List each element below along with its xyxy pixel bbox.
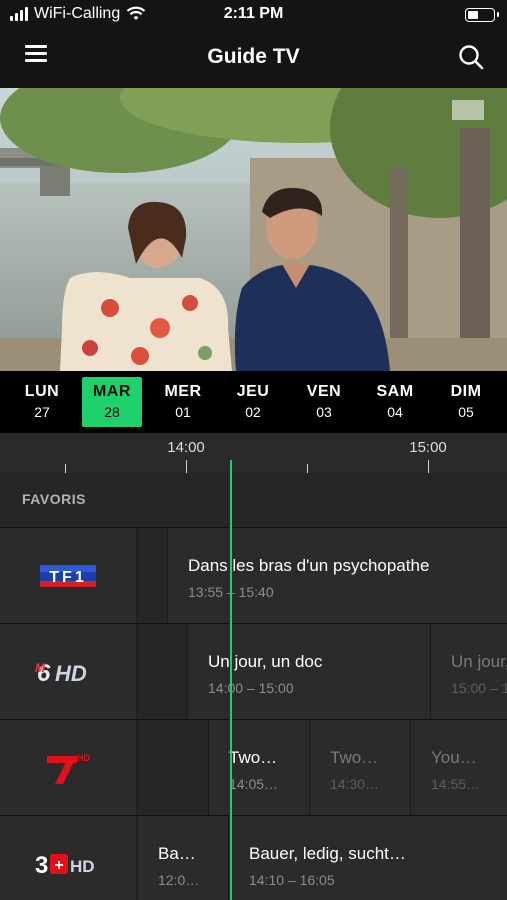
channel-logo-tf1[interactable]: TF1 [0,528,136,623]
ruler-tick [307,464,308,473]
day-name: JEU [236,383,270,400]
day-tab-dim[interactable]: DIM 05 [436,377,496,427]
day-name: SAM [376,383,414,400]
battery-icon [465,8,499,22]
day-date: 03 [316,404,332,420]
ruler-tick [186,460,187,473]
program-cell[interactable] [137,720,208,815]
day-name: VEN [306,383,342,400]
program-cell[interactable]: Two… 14:05… [208,720,309,815]
program-time: 14:10 – 16:05 [249,872,335,888]
time-label: 15:00 [409,439,447,456]
program-title: Two… [330,748,379,767]
app-header: Guide TV [0,30,507,88]
channel-row-prosieben: HD Two… 14:05… Two… 14:30… You… 14:55… [0,719,507,815]
program-cell[interactable] [137,528,167,623]
program-cell[interactable]: Un jour, un doc 15:00 – 16:00 [430,624,507,719]
channel-logo-m6[interactable]: 6 M HD [0,624,136,719]
svg-text:HD: HD [77,753,90,763]
day-tab-ven[interactable]: VEN 03 [294,377,354,427]
day-date: 27 [34,404,50,420]
day-selector: LUN 27 MAR 28 MER 01 JEU 02 VEN 03 SAM 04 DIM 05 [0,371,507,433]
program-time: 15:00 – 16:00 [451,680,507,696]
channel-logo-prosieben[interactable]: HD [0,720,136,815]
time-label: 14:00 [167,439,205,456]
svg-text:M: M [35,661,46,675]
svg-text:3: 3 [35,852,48,879]
status-bar: WiFi-Calling 2:11 PM [0,0,507,30]
svg-text:HD: HD [55,661,87,686]
program-time: 12:0… [158,872,200,888]
program-time: 14:55… [431,776,481,792]
program-cell[interactable]: Un jour, un doc 14:00 – 15:00 [187,624,430,719]
program-title: Two… [229,748,278,767]
day-tab-sam[interactable]: SAM 04 [365,377,425,427]
program-cell[interactable]: Ba… 12:0… [137,816,228,900]
program-time: 14:05… [229,776,279,792]
search-icon[interactable] [458,44,484,70]
section-title: FAVORIS [22,491,86,507]
day-name: MAR [93,383,131,400]
day-date: 04 [387,404,403,420]
favorites-header: FAVORIS [0,473,507,527]
svg-text:TF1: TF1 [49,569,86,586]
day-date: 01 [175,404,191,420]
program-cell[interactable]: Dans les bras d'un psychopathe 13:55 – 1… [167,528,507,623]
program-title: Bauer, ledig, sucht… [249,844,406,863]
program-time: 14:30… [330,776,380,792]
channel-row-3plus: 3 + HD Ba… 12:0… Bauer, ledig, sucht… 14… [0,815,507,900]
featured-program-image[interactable] [0,88,507,371]
program-cell[interactable] [137,624,187,719]
day-tab-mar[interactable]: MAR 28 [82,377,142,427]
program-cell[interactable]: Bauer, ledig, sucht… 14:10 – 16:05 [228,816,507,900]
program-title: Ba… [158,844,196,863]
ruler-tick [65,464,66,473]
channel-row-m6: 6 M HD Un jour, un doc 14:00 – 15:00 Un … [0,623,507,719]
day-date: 05 [458,404,474,420]
svg-text:HD: HD [70,857,95,876]
page-title: Guide TV [207,45,300,68]
channel-row-tf1: TF1 Dans les bras d'un psychopathe 13:55… [0,527,507,623]
clock: 2:11 PM [223,5,284,22]
day-name: MER [164,383,202,400]
ruler-tick [428,460,429,473]
day-tab-lun[interactable]: LUN 27 [12,377,72,427]
current-time-indicator [230,460,232,900]
svg-text:+: + [54,857,63,874]
day-name: LUN [24,383,60,400]
day-date: 28 [104,404,120,420]
day-name: DIM [450,383,482,400]
program-title: Un jour, un doc [208,652,323,671]
program-title: Dans les bras d'un psychopathe [188,556,430,575]
program-title: You… [431,748,477,767]
day-date: 02 [245,404,261,420]
program-title: Un jour, un doc [451,652,507,671]
program-time: 14:00 – 15:00 [208,680,294,696]
program-cell[interactable]: You… 14:55… [410,720,507,815]
channel-logo-3plus[interactable]: 3 + HD [0,816,136,900]
day-tab-mer[interactable]: MER 01 [153,377,213,427]
program-cell[interactable]: Two… 14:30… [309,720,410,815]
day-tab-jeu[interactable]: JEU 02 [223,377,283,427]
time-ruler: 14:00 15:00 [0,433,507,473]
